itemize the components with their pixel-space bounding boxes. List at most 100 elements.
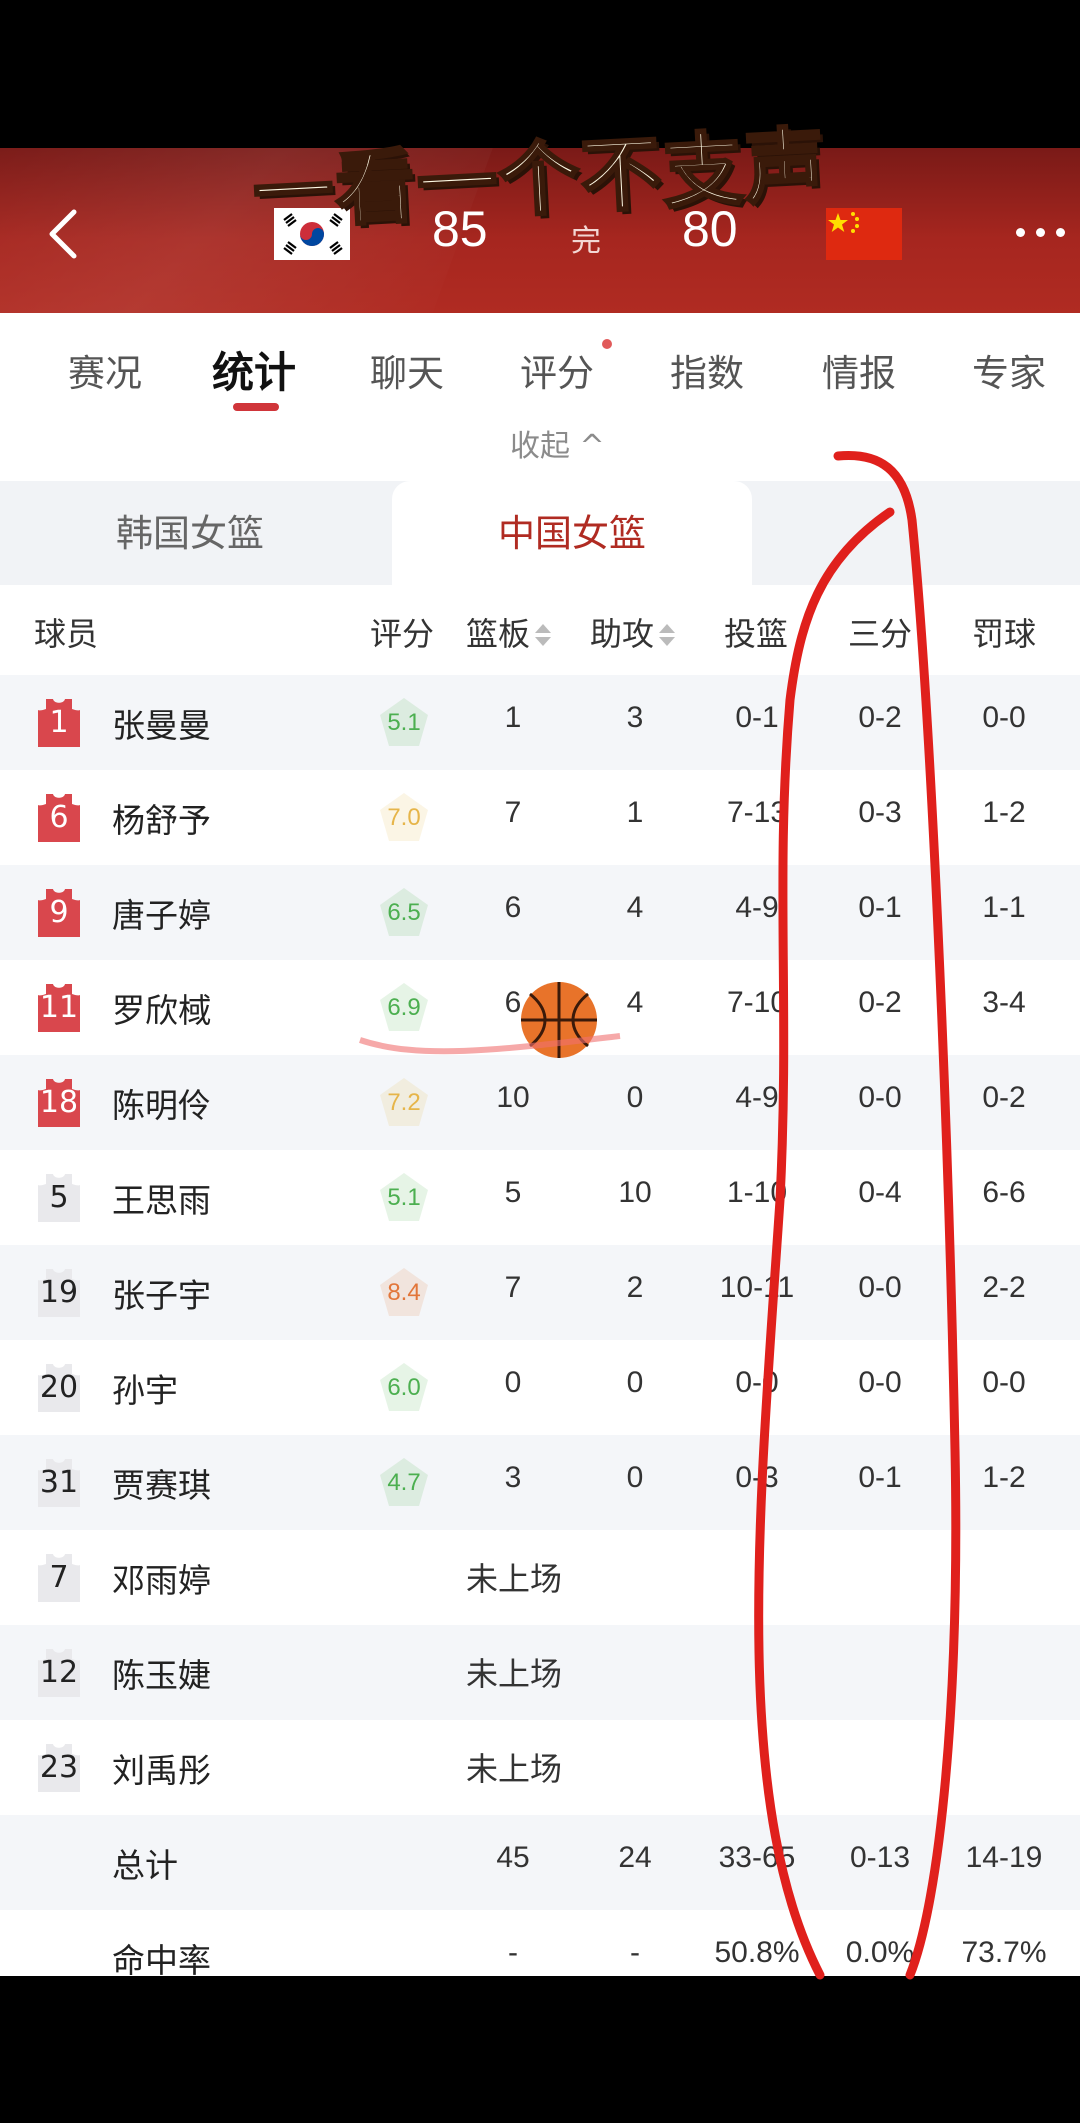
rating-value: 7.2 — [387, 1089, 421, 1116]
three-pt-value: 0-4 — [858, 1176, 902, 1209]
jersey-icon: 20 — [34, 1362, 84, 1414]
player-name[interactable]: 孙宇 — [112, 1364, 178, 1412]
player-row[interactable]: 31 贾赛琪 4.7 3 0 0-3 0-1 1-2 — [0, 1435, 1080, 1530]
totals-row-ft: 14-19 — [965, 1841, 1043, 1874]
rating-value: 5.1 — [387, 709, 421, 736]
column-field-goals[interactable]: 投篮 — [724, 609, 788, 655]
field-goals-value: 7-10 — [726, 986, 788, 1019]
tab-chat[interactable]: 聊天 — [370, 343, 444, 397]
jersey-icon: 19 — [34, 1267, 84, 1319]
player-name[interactable]: 张曼曼 — [112, 699, 211, 747]
column-assists[interactable]: 助攻 — [590, 609, 676, 655]
back-arrow-icon[interactable] — [44, 206, 84, 262]
player-row[interactable]: 7 邓雨婷 未上场 — [0, 1530, 1080, 1625]
column-free-throws[interactable]: 罚球 — [972, 609, 1036, 655]
tab-index[interactable]: 指数 — [670, 343, 744, 397]
player-row[interactable]: 18 陈明伶 7.2 10 0 4-9 0-0 0-2 — [0, 1055, 1080, 1150]
player-name[interactable]: 罗欣棫 — [112, 984, 211, 1032]
rebounds-value: 6 — [504, 986, 522, 1019]
field-goals-value: 10-11 — [719, 1271, 795, 1304]
player-name[interactable]: 张子宇 — [112, 1269, 211, 1317]
player-name[interactable]: 王思雨 — [112, 1174, 211, 1222]
rating-badge: 5.1 — [376, 695, 432, 751]
percentages-row-assists: - — [630, 1936, 640, 1969]
three-pt-value: 0-2 — [858, 986, 902, 1019]
player-row[interactable]: 11 罗欣棫 6.9 6 4 7-10 0-2 3-4 — [0, 960, 1080, 1055]
percentages-row-rebounds: - — [508, 1936, 518, 1969]
player-row[interactable]: 23 刘禹彤 未上场 — [0, 1720, 1080, 1815]
player-row[interactable]: 9 唐子婷 6.5 6 4 4-9 0-1 1-1 — [0, 865, 1080, 960]
jersey-icon: 18 — [34, 1077, 84, 1129]
tab-rating[interactable]: 评分 — [520, 343, 594, 397]
tab-intel[interactable]: 情报 — [822, 343, 896, 397]
jersey-number: 5 — [49, 1180, 69, 1215]
player-row[interactable]: 12 陈玉婕 未上场 — [0, 1625, 1080, 1720]
rebounds-value: 6 — [504, 891, 522, 924]
rating-value: 6.0 — [387, 1374, 421, 1401]
jersey-number: 6 — [49, 800, 69, 835]
did-not-play-label: 未上场 — [465, 1560, 562, 1598]
jersey-number: 19 — [39, 1275, 79, 1310]
player-name[interactable]: 刘禹彤 — [112, 1744, 211, 1792]
column-three-pt[interactable]: 三分 — [848, 609, 912, 655]
player-row[interactable]: 19 张子宇 8.4 7 2 10-11 0-0 2-2 — [0, 1245, 1080, 1340]
jersey-icon: 6 — [34, 792, 84, 844]
notification-dot — [602, 339, 612, 349]
player-row[interactable]: 5 王思雨 5.1 5 10 1-10 0-4 6-6 — [0, 1150, 1080, 1245]
rating-value: 5.1 — [387, 1184, 421, 1211]
player-name[interactable]: 陈明伶 — [112, 1079, 211, 1127]
rating-badge: 4.7 — [376, 1455, 432, 1511]
more-options-icon[interactable] — [1016, 228, 1070, 242]
letterbox-top — [0, 0, 1080, 148]
free-throws-value: 0-0 — [982, 701, 1026, 734]
percentages-row-label: 命中率 — [112, 1941, 211, 1980]
free-throws-value: 6-6 — [982, 1176, 1026, 1209]
tab-live[interactable]: 赛况 — [68, 343, 142, 397]
assists-value: 4 — [626, 891, 644, 924]
team-tab-china[interactable]: 中国女篮 — [392, 481, 752, 587]
percentages-row-fg: 50.8% — [714, 1936, 800, 1969]
active-tab-indicator — [233, 403, 279, 411]
rating-badge: 5.1 — [376, 1170, 432, 1226]
tab-expert[interactable]: 专家 — [972, 343, 1046, 397]
sort-icon — [658, 624, 676, 648]
jersey-icon: 31 — [34, 1457, 84, 1509]
player-name[interactable]: 杨舒予 — [112, 794, 211, 842]
player-row[interactable]: 6 杨舒予 7.0 7 1 7-13 0-3 1-2 — [0, 770, 1080, 865]
player-name[interactable]: 唐子婷 — [112, 889, 211, 937]
field-goals-value: 4-9 — [735, 1081, 779, 1114]
screenshot-frame: 85 完 80 一看一个不支声 赛况 统计 聊天 评分 指数 情报 专家 收起 … — [0, 0, 1080, 2123]
three-pt-value: 0-1 — [858, 1461, 902, 1494]
tab-stats[interactable]: 统计 — [212, 339, 296, 400]
free-throws-value: 0-0 — [982, 1366, 1026, 1399]
jersey-number: 9 — [49, 895, 69, 930]
three-pt-value: 0-2 — [858, 701, 902, 734]
jersey-icon: 1 — [34, 697, 84, 749]
player-row[interactable]: 20 孙宇 6.0 0 0 0-0 0-0 0-0 — [0, 1340, 1080, 1435]
jersey-number: 18 — [39, 1085, 79, 1120]
player-row[interactable]: 1 张曼曼 5.1 1 3 0-1 0-2 0-0 — [0, 675, 1080, 770]
free-throws-value: 1-2 — [982, 1461, 1026, 1494]
player-name[interactable]: 贾赛琪 — [112, 1459, 211, 1507]
team-tab-korea[interactable]: 韩国女篮 — [60, 481, 320, 587]
assists-value: 0 — [626, 1461, 644, 1494]
rebounds-value: 1 — [504, 701, 522, 734]
column-rating[interactable]: 评分 — [370, 609, 434, 655]
player-name[interactable]: 陈玉婕 — [112, 1649, 211, 1697]
rating-value: 8.4 — [387, 1279, 421, 1306]
assists-value: 1 — [626, 796, 644, 829]
totals-row-label: 总计 — [112, 1846, 178, 1885]
rebounds-value: 10 — [496, 1081, 530, 1114]
column-rebounds[interactable]: 篮板 — [466, 609, 552, 655]
rating-badge: 7.2 — [376, 1075, 432, 1131]
column-rebounds-label: 篮板 — [466, 615, 531, 653]
collapse-toggle[interactable]: 收起 ^ — [510, 421, 605, 465]
tab-bar: 赛况 统计 聊天 评分 指数 情报 专家 — [0, 313, 1080, 423]
field-goals-value: 0-1 — [735, 701, 779, 734]
free-throws-value: 2-2 — [982, 1271, 1026, 1304]
player-name[interactable]: 邓雨婷 — [112, 1554, 211, 1602]
rating-value: 6.9 — [387, 994, 421, 1021]
totals-row-assists: 24 — [618, 1841, 652, 1874]
jersey-number: 11 — [39, 990, 79, 1025]
totals-row-rebounds: 45 — [496, 1841, 530, 1874]
